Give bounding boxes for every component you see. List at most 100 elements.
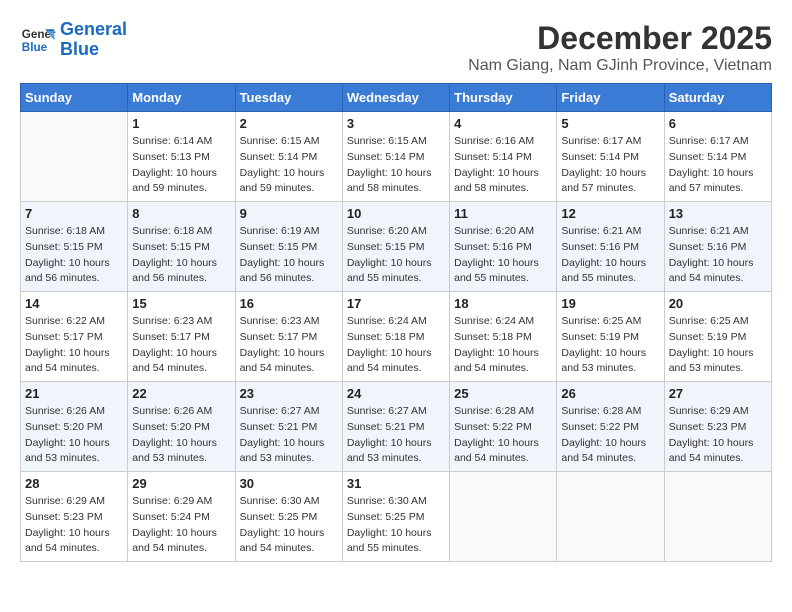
calendar-title: December 2025: [468, 20, 772, 57]
day-info: Sunrise: 6:25 AMSunset: 5:19 PMDaylight:…: [561, 314, 659, 377]
day-info: Sunrise: 6:15 AMSunset: 5:14 PMDaylight:…: [240, 134, 338, 197]
calendar-day-cell: 20 Sunrise: 6:25 AMSunset: 5:19 PMDayligh…: [664, 292, 771, 382]
day-number: 22: [132, 386, 230, 401]
calendar-day-cell: 7 Sunrise: 6:18 AMSunset: 5:15 PMDaylight…: [21, 202, 128, 292]
day-info: Sunrise: 6:23 AMSunset: 5:17 PMDaylight:…: [240, 314, 338, 377]
day-of-week-header: Friday: [557, 84, 664, 112]
day-number: 8: [132, 206, 230, 221]
calendar-day-cell: 5 Sunrise: 6:17 AMSunset: 5:14 PMDaylight…: [557, 112, 664, 202]
title-section: December 2025 Nam Giang, Nam GJinh Provi…: [468, 20, 772, 75]
day-info: Sunrise: 6:24 AMSunset: 5:18 PMDaylight:…: [347, 314, 445, 377]
day-number: 4: [454, 116, 552, 131]
calendar-day-cell: [664, 472, 771, 562]
day-info: Sunrise: 6:29 AMSunset: 5:23 PMDaylight:…: [25, 494, 123, 557]
calendar-day-cell: [21, 112, 128, 202]
day-number: 23: [240, 386, 338, 401]
header-row: SundayMondayTuesdayWednesdayThursdayFrid…: [21, 84, 772, 112]
calendar-day-cell: 22Sunrise: 6:26 AMSunset: 5:20 PMDayligh…: [128, 382, 235, 472]
logo-icon: General Blue: [20, 22, 56, 58]
day-number: 20: [669, 296, 767, 311]
calendar-header: SundayMondayTuesdayWednesdayThursdayFrid…: [21, 84, 772, 112]
calendar-day-cell: 3 Sunrise: 6:15 AMSunset: 5:14 PMDaylight…: [342, 112, 449, 202]
day-of-week-header: Wednesday: [342, 84, 449, 112]
calendar-day-cell: 21Sunrise: 6:26 AMSunset: 5:20 PMDayligh…: [21, 382, 128, 472]
day-number: 15: [132, 296, 230, 311]
svg-text:Blue: Blue: [22, 41, 48, 54]
day-number: 13: [669, 206, 767, 221]
calendar-week-row: 21Sunrise: 6:26 AMSunset: 5:20 PMDayligh…: [21, 382, 772, 472]
calendar-day-cell: 10 Sunrise: 6:20 AMSunset: 5:15 PMDayligh…: [342, 202, 449, 292]
calendar-day-cell: 27Sunrise: 6:29 AMSunset: 5:23 PMDayligh…: [664, 382, 771, 472]
logo: General Blue GeneralBlue: [20, 20, 127, 60]
day-number: 30: [240, 476, 338, 491]
day-of-week-header: Sunday: [21, 84, 128, 112]
day-number: 19: [561, 296, 659, 311]
day-of-week-header: Monday: [128, 84, 235, 112]
day-number: 2: [240, 116, 338, 131]
calendar-day-cell: 18Sunrise: 6:24 AMSunset: 5:18 PMDayligh…: [450, 292, 557, 382]
day-number: 1: [132, 116, 230, 131]
calendar-week-row: 14 Sunrise: 6:22 AMSunset: 5:17 PMDayligh…: [21, 292, 772, 382]
calendar-day-cell: 23Sunrise: 6:27 AMSunset: 5:21 PMDayligh…: [235, 382, 342, 472]
page-header: General Blue GeneralBlue December 2025 N…: [20, 20, 772, 75]
calendar-day-cell: [450, 472, 557, 562]
calendar-day-cell: 29 Sunrise: 6:29 AMSunset: 5:24 PMDayligh…: [128, 472, 235, 562]
calendar-day-cell: 17Sunrise: 6:24 AMSunset: 5:18 PMDayligh…: [342, 292, 449, 382]
calendar-day-cell: 2 Sunrise: 6:15 AMSunset: 5:14 PMDaylight…: [235, 112, 342, 202]
day-info: Sunrise: 6:25 AMSunset: 5:19 PMDaylight:…: [669, 314, 767, 377]
calendar-subtitle: Nam Giang, Nam GJinh Province, Vietnam: [468, 57, 772, 75]
day-number: 10: [347, 206, 445, 221]
day-number: 6: [669, 116, 767, 131]
day-info: Sunrise: 6:21 AMSunset: 5:16 PMDaylight:…: [669, 224, 767, 287]
day-info: Sunrise: 6:29 AMSunset: 5:23 PMDaylight:…: [669, 404, 767, 467]
day-info: Sunrise: 6:19 AMSunset: 5:15 PMDaylight:…: [240, 224, 338, 287]
calendar-day-cell: 16 Sunrise: 6:23 AMSunset: 5:17 PMDayligh…: [235, 292, 342, 382]
day-info: Sunrise: 6:28 AMSunset: 5:22 PMDaylight:…: [561, 404, 659, 467]
day-info: Sunrise: 6:15 AMSunset: 5:14 PMDaylight:…: [347, 134, 445, 197]
day-number: 9: [240, 206, 338, 221]
calendar-day-cell: 24Sunrise: 6:27 AMSunset: 5:21 PMDayligh…: [342, 382, 449, 472]
day-of-week-header: Thursday: [450, 84, 557, 112]
day-number: 14: [25, 296, 123, 311]
day-of-week-header: Saturday: [664, 84, 771, 112]
day-info: Sunrise: 6:17 AMSunset: 5:14 PMDaylight:…: [561, 134, 659, 197]
day-info: Sunrise: 6:28 AMSunset: 5:22 PMDaylight:…: [454, 404, 552, 467]
calendar-day-cell: 15 Sunrise: 6:23 AMSunset: 5:17 PMDayligh…: [128, 292, 235, 382]
day-info: Sunrise: 6:27 AMSunset: 5:21 PMDaylight:…: [347, 404, 445, 467]
calendar-day-cell: [557, 472, 664, 562]
day-info: Sunrise: 6:14 AMSunset: 5:13 PMDaylight:…: [132, 134, 230, 197]
calendar-week-row: 1 Sunrise: 6:14 AMSunset: 5:13 PMDaylight…: [21, 112, 772, 202]
calendar-day-cell: 1 Sunrise: 6:14 AMSunset: 5:13 PMDaylight…: [128, 112, 235, 202]
day-info: Sunrise: 6:30 AMSunset: 5:25 PMDaylight:…: [240, 494, 338, 557]
day-info: Sunrise: 6:18 AMSunset: 5:15 PMDaylight:…: [132, 224, 230, 287]
calendar-day-cell: 26Sunrise: 6:28 AMSunset: 5:22 PMDayligh…: [557, 382, 664, 472]
day-info: Sunrise: 6:23 AMSunset: 5:17 PMDaylight:…: [132, 314, 230, 377]
day-number: 5: [561, 116, 659, 131]
day-number: 16: [240, 296, 338, 311]
calendar-day-cell: 30 Sunrise: 6:30 AMSunset: 5:25 PMDayligh…: [235, 472, 342, 562]
calendar-day-cell: 31 Sunrise: 6:30 AMSunset: 5:25 PMDayligh…: [342, 472, 449, 562]
day-info: Sunrise: 6:29 AMSunset: 5:24 PMDaylight:…: [132, 494, 230, 557]
day-number: 7: [25, 206, 123, 221]
day-number: 3: [347, 116, 445, 131]
calendar-day-cell: 12Sunrise: 6:21 AMSunset: 5:16 PMDayligh…: [557, 202, 664, 292]
day-info: Sunrise: 6:30 AMSunset: 5:25 PMDaylight:…: [347, 494, 445, 557]
day-info: Sunrise: 6:16 AMSunset: 5:14 PMDaylight:…: [454, 134, 552, 197]
calendar-day-cell: 28Sunrise: 6:29 AMSunset: 5:23 PMDayligh…: [21, 472, 128, 562]
day-info: Sunrise: 6:22 AMSunset: 5:17 PMDaylight:…: [25, 314, 123, 377]
calendar-day-cell: 11Sunrise: 6:20 AMSunset: 5:16 PMDayligh…: [450, 202, 557, 292]
day-number: 29: [132, 476, 230, 491]
day-of-week-header: Tuesday: [235, 84, 342, 112]
calendar-body: 1 Sunrise: 6:14 AMSunset: 5:13 PMDaylight…: [21, 112, 772, 562]
day-info: Sunrise: 6:20 AMSunset: 5:16 PMDaylight:…: [454, 224, 552, 287]
calendar-week-row: 7 Sunrise: 6:18 AMSunset: 5:15 PMDaylight…: [21, 202, 772, 292]
calendar-day-cell: 19 Sunrise: 6:25 AMSunset: 5:19 PMDayligh…: [557, 292, 664, 382]
calendar-day-cell: 4 Sunrise: 6:16 AMSunset: 5:14 PMDaylight…: [450, 112, 557, 202]
calendar-day-cell: 9 Sunrise: 6:19 AMSunset: 5:15 PMDaylight…: [235, 202, 342, 292]
calendar-day-cell: 6Sunrise: 6:17 AMSunset: 5:14 PMDaylight…: [664, 112, 771, 202]
day-number: 31: [347, 476, 445, 491]
day-info: Sunrise: 6:24 AMSunset: 5:18 PMDaylight:…: [454, 314, 552, 377]
calendar-day-cell: 8 Sunrise: 6:18 AMSunset: 5:15 PMDaylight…: [128, 202, 235, 292]
day-info: Sunrise: 6:18 AMSunset: 5:15 PMDaylight:…: [25, 224, 123, 287]
day-info: Sunrise: 6:20 AMSunset: 5:15 PMDaylight:…: [347, 224, 445, 287]
